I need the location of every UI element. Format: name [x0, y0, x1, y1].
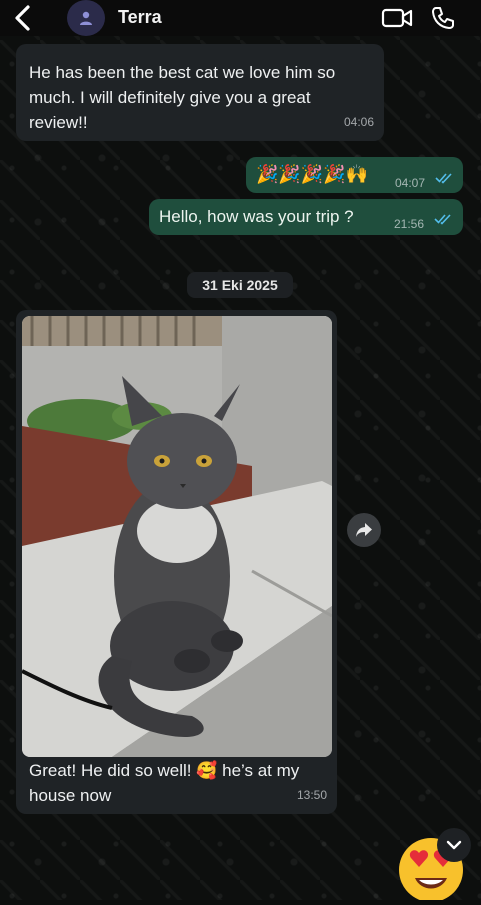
- photo-caption: Great! He did so well! 🥰 he’s at my hous…: [29, 761, 300, 805]
- incoming-photo-message[interactable]: Great! He did so well! 🥰 he’s at my hous…: [16, 310, 337, 814]
- date-separator: 31 Eki 2025: [187, 272, 293, 298]
- message-time: 21:56: [394, 217, 425, 231]
- message-time: 04:06: [343, 115, 374, 129]
- scroll-to-bottom-button[interactable]: [437, 828, 471, 862]
- back-button[interactable]: [10, 4, 36, 32]
- outgoing-message[interactable]: 🎉🎉🎉🎉🙌 04:07: [246, 157, 463, 193]
- photo-attachment[interactable]: [22, 316, 332, 757]
- forward-arrow-icon: [356, 523, 372, 537]
- message-time: 13:50: [296, 788, 327, 802]
- outgoing-message[interactable]: Hello, how was your trip ? 21:56: [149, 199, 463, 235]
- message-text: 🎉🎉🎉🎉🙌: [256, 164, 369, 184]
- video-call-button[interactable]: [381, 6, 413, 30]
- voice-call-button[interactable]: [430, 5, 456, 31]
- chevron-left-icon: [15, 5, 30, 31]
- chevron-down-icon: [446, 840, 462, 850]
- contact-avatar[interactable]: [67, 0, 105, 36]
- video-camera-icon: [381, 8, 413, 28]
- phone-icon: [432, 7, 454, 29]
- message-text: Hello, how was your trip ?: [159, 207, 354, 226]
- cat-photo: [22, 316, 332, 757]
- person-icon: [80, 11, 92, 25]
- read-receipt-icon: [434, 214, 451, 225]
- message-time: 04:07: [395, 176, 426, 190]
- incoming-message[interactable]: He has been the best cat we love him so …: [16, 44, 384, 141]
- message-text: He has been the best cat we love him so …: [29, 63, 336, 132]
- read-receipt-icon: [435, 173, 452, 184]
- contact-name[interactable]: Terra: [118, 7, 162, 28]
- chat-header: Terra: [0, 0, 481, 36]
- forward-button[interactable]: [347, 513, 381, 547]
